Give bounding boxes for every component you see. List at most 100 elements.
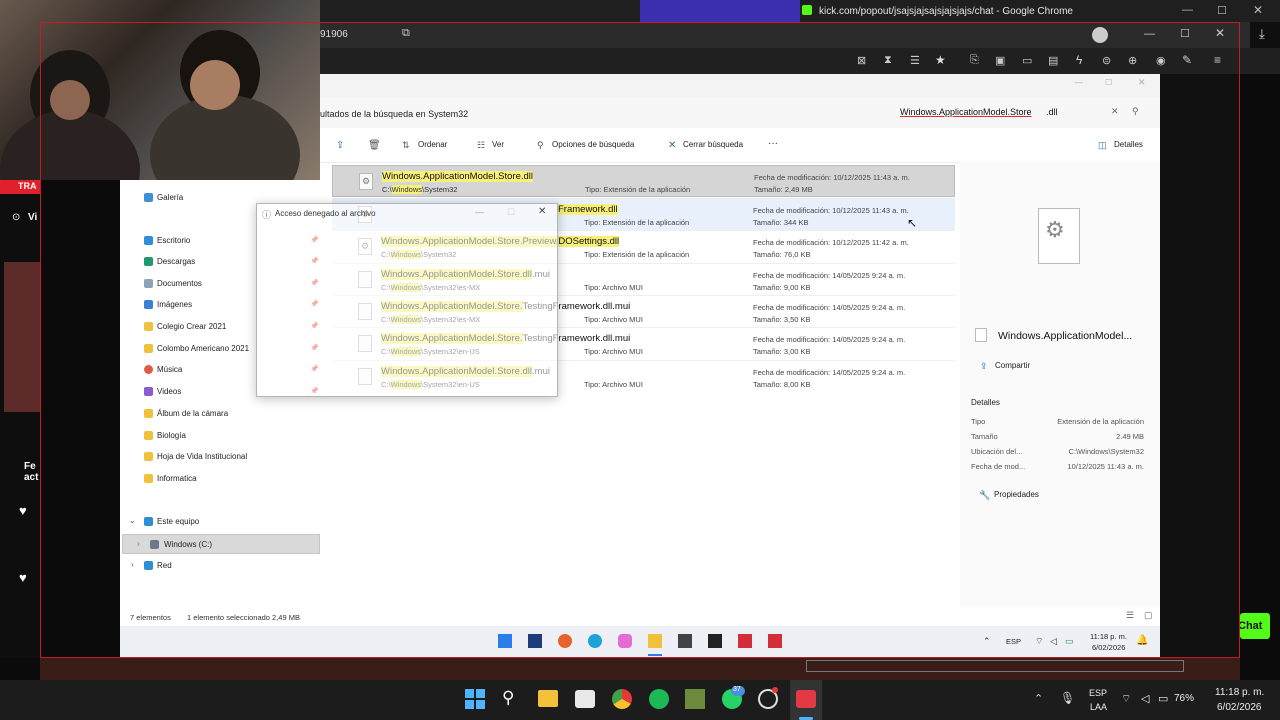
reader-icon[interactable]: ▣ xyxy=(995,54,1005,67)
nav-item-biologia[interactable]: Biología xyxy=(120,426,320,446)
chevron-right-icon[interactable]: › xyxy=(137,539,140,548)
nav-item-este-equipo[interactable]: ⌄ Este equipo xyxy=(120,512,320,532)
extension-icon[interactable]: ⊠ xyxy=(857,54,866,67)
access-denied-dialog[interactable]: ⓘ Acceso denegado al archivo — ☐ ✕ xyxy=(256,203,558,397)
pen-icon[interactable]: ✎ xyxy=(1182,53,1192,67)
nav-item-red[interactable]: › Red xyxy=(120,556,320,576)
close-icon[interactable]: ✕ xyxy=(1138,77,1146,88)
download-arrow-icon[interactable]: ⤓ xyxy=(1259,26,1265,42)
view-button[interactable]: Ver xyxy=(492,140,504,149)
volume-icon[interactable]: ◁ xyxy=(1050,636,1057,647)
heart-icon[interactable]: ♥ xyxy=(19,570,27,585)
inner-clock-date[interactable]: 6/02/2026 xyxy=(1092,643,1125,652)
start-button[interactable] xyxy=(465,689,485,709)
copilot-icon[interactable] xyxy=(618,634,632,648)
maximize-icon[interactable]: ☐ xyxy=(1180,27,1190,40)
list-view-icon[interactable]: ☰ xyxy=(1126,610,1134,621)
chrome-icon[interactable] xyxy=(612,689,632,709)
anydesk-icon[interactable] xyxy=(768,634,782,648)
nav-item-hoja[interactable]: Hoja de Vida Institucional xyxy=(120,447,320,467)
cast-icon[interactable]: ⧉ xyxy=(402,27,410,40)
minecraft-icon[interactable] xyxy=(685,689,705,709)
spotify-icon[interactable] xyxy=(649,689,669,709)
minimize-icon[interactable]: — xyxy=(1075,78,1083,87)
start-icon[interactable] xyxy=(498,634,512,648)
close-search-icon[interactable]: ✕ xyxy=(668,140,676,151)
minimize-icon[interactable]: — xyxy=(475,207,484,217)
stream-thumbnail[interactable] xyxy=(4,262,40,412)
close-icon[interactable]: ✕ xyxy=(538,206,546,217)
tray-chevron-icon[interactable]: ⌃ xyxy=(983,636,991,647)
language-indicator-2[interactable]: LAA xyxy=(1090,702,1107,712)
microphone-icon[interactable]: 🎙 xyxy=(1060,691,1075,705)
details-button[interactable]: Detalles xyxy=(1114,140,1143,149)
vr-icon[interactable]: ⊜ xyxy=(1102,54,1111,67)
share-icon[interactable]: ⇪ xyxy=(336,140,344,151)
search-options-icon[interactable]: ⚲ xyxy=(537,140,544,151)
wifi-icon[interactable]: ⌔ xyxy=(1035,636,1043,647)
wifi-icon[interactable]: ⌔ xyxy=(1121,692,1131,706)
nav-item-album[interactable]: Álbum de la cámara xyxy=(120,404,320,424)
page-icon[interactable]: ⎘ xyxy=(970,54,979,67)
sort-icon[interactable]: ⇅ xyxy=(402,140,410,151)
puzzle-icon[interactable]: ⊕ xyxy=(1128,54,1137,67)
tray-chevron-icon[interactable]: ⌃ xyxy=(1034,692,1043,705)
file-explorer-icon[interactable] xyxy=(538,690,558,707)
calculator-icon[interactable] xyxy=(528,634,542,648)
bolt-icon[interactable]: ϟ xyxy=(1076,53,1082,67)
language-indicator[interactable]: ESP xyxy=(1006,637,1021,646)
chat-button-label[interactable]: Chat xyxy=(1238,620,1262,632)
chevron-down-icon[interactable]: ⌄ xyxy=(129,516,136,525)
share-button[interactable]: Compartir xyxy=(995,361,1030,370)
wrench-icon[interactable]: 🔧 xyxy=(979,490,990,501)
sort-button[interactable]: Ordenar xyxy=(418,140,447,149)
search-options-button[interactable]: Opciones de búsqueda xyxy=(552,140,634,149)
file-explorer-icon[interactable] xyxy=(648,634,662,648)
battery-percent[interactable]: 76% xyxy=(1174,693,1194,704)
search-icon[interactable]: ⚲ xyxy=(502,688,514,708)
anydesk-icon[interactable] xyxy=(738,634,752,648)
search-input[interactable]: Windows.ApplicationModel.Store .dll ✕ ⚲ xyxy=(893,103,1153,123)
tiles-view-icon[interactable]: ▢ xyxy=(1144,610,1153,621)
snipping-icon[interactable] xyxy=(678,634,692,648)
delete-icon[interactable]: 🗑 xyxy=(368,140,381,151)
breadcrumb[interactable]: ultados de la búsqueda en System32 xyxy=(320,109,468,119)
properties-button[interactable]: Propiedades xyxy=(994,490,1039,499)
close-icon[interactable]: ✕ xyxy=(1253,3,1263,17)
minimize-icon[interactable]: — xyxy=(1144,28,1155,40)
battery-icon[interactable]: ▭ xyxy=(1065,636,1074,647)
heart-icon[interactable]: ♥ xyxy=(19,503,27,518)
search-icon[interactable]: ⚲ xyxy=(1132,106,1139,117)
menu-icon[interactable]: ≡ xyxy=(1214,53,1221,67)
edge-icon[interactable] xyxy=(588,634,602,648)
minimize-icon[interactable]: — xyxy=(1182,4,1193,16)
battery-icon[interactable]: ▭ xyxy=(1158,692,1168,705)
close-search-button[interactable]: Cerrar búsqueda xyxy=(683,140,743,149)
clock-time[interactable]: 11:18 p. m. xyxy=(1215,687,1264,698)
volume-icon[interactable]: ◁ xyxy=(1141,692,1149,705)
notification-bell-icon[interactable]: 🔔 xyxy=(1136,635,1148,646)
nav-item-windows-c[interactable]: › Windows (C:) xyxy=(122,534,320,554)
store-icon[interactable] xyxy=(575,690,595,708)
anydesk-icon[interactable] xyxy=(796,690,816,708)
more-button[interactable]: ··· xyxy=(768,138,778,149)
monitor-icon[interactable]: ▭ xyxy=(1022,54,1032,67)
camera-icon[interactable]: ◉ xyxy=(1156,54,1166,67)
download-tray[interactable] xyxy=(1250,22,1280,48)
close-icon[interactable]: ✕ xyxy=(1215,26,1225,40)
terminal-icon[interactable] xyxy=(708,634,722,648)
maximize-icon[interactable]: ☐ xyxy=(1105,78,1112,87)
chat-icon[interactable]: ▤ xyxy=(1048,54,1058,67)
maximize-icon[interactable]: ☐ xyxy=(507,207,515,218)
download-icon[interactable] xyxy=(1092,27,1108,43)
file-row[interactable]: ⚙ Windows.ApplicationModel.Store.dll C:\Wi… xyxy=(332,165,955,197)
inner-clock-time[interactable]: 11:18 p. m. xyxy=(1090,632,1127,641)
hourglass-icon[interactable]: ⧗ xyxy=(884,54,892,67)
view-icon[interactable]: ☷ xyxy=(477,140,485,151)
details-pane-icon[interactable]: ◫ xyxy=(1098,140,1107,151)
firefox-icon[interactable] xyxy=(558,634,572,648)
maximize-icon[interactable]: ☐ xyxy=(1217,4,1227,17)
share-icon[interactable]: ⇪ xyxy=(980,361,988,372)
chevron-right-icon[interactable]: › xyxy=(131,560,134,569)
nav-item-informatica[interactable]: Informatica xyxy=(120,469,320,489)
